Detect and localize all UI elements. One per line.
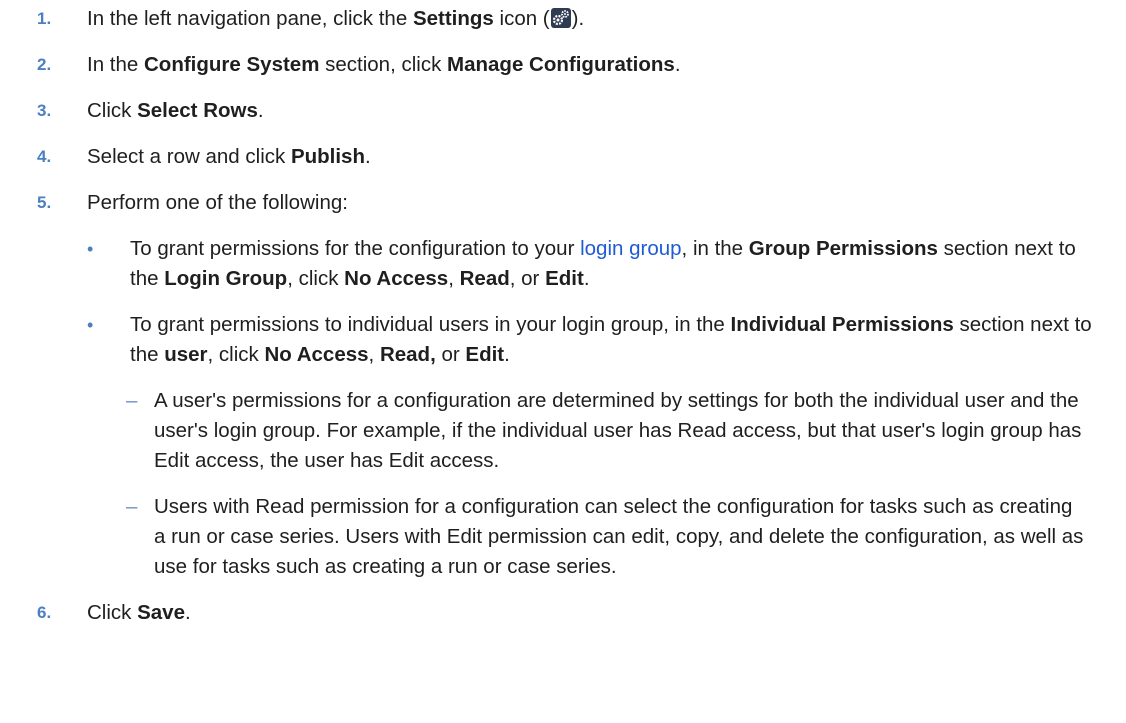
step-number: 4. xyxy=(37,147,52,166)
note-item: – A user's permissions for a configurati… xyxy=(0,386,1126,476)
step-text: Click Save. xyxy=(87,601,191,624)
settings-gear-icon xyxy=(550,8,571,28)
list-item: • To grant permissions for the configura… xyxy=(0,234,1126,294)
login-group-link[interactable]: login group xyxy=(580,237,681,260)
option-list: • To grant permissions for the configura… xyxy=(0,234,1126,370)
dash-icon: – xyxy=(126,495,138,518)
procedure-steps: 1. In the left navigation pane, click th… xyxy=(0,0,1126,628)
step-6: 6. Click Save. xyxy=(0,598,1126,628)
settings-label: Settings xyxy=(412,7,494,30)
dash-icon: – xyxy=(126,389,138,412)
step-text: Select a row and click Publish. xyxy=(87,145,371,168)
step-4: 4. Select a row and click Publish. xyxy=(0,142,1126,172)
step-number: 1. xyxy=(37,9,52,28)
step-number: 6. xyxy=(37,603,52,622)
step-2: 2. In the Configure System section, clic… xyxy=(0,50,1126,80)
note-text: A user's permissions for a configuration… xyxy=(154,389,1082,472)
step-text: Perform one of the following: xyxy=(87,191,348,214)
note-text: Users with Read permission for a configu… xyxy=(154,495,1084,578)
note-item: – Users with Read permission for a confi… xyxy=(0,492,1126,582)
step-3: 3. Click Select Rows. xyxy=(0,96,1126,126)
step-text: In the Configure System section, click M… xyxy=(87,53,681,76)
step-number: 2. xyxy=(37,55,52,74)
step-text: Click Select Rows. xyxy=(87,99,264,122)
step-5: 5. Perform one of the following: xyxy=(0,188,1126,218)
step-number: 5. xyxy=(37,193,52,212)
step-text: In the left navigation pane, click the S… xyxy=(87,7,585,30)
bullet-icon: • xyxy=(87,315,94,335)
bullet-icon: • xyxy=(87,239,94,259)
step-number: 3. xyxy=(37,101,52,120)
list-item: • To grant permissions to individual use… xyxy=(0,310,1126,370)
step-1: 1. In the left navigation pane, click th… xyxy=(0,0,1126,34)
